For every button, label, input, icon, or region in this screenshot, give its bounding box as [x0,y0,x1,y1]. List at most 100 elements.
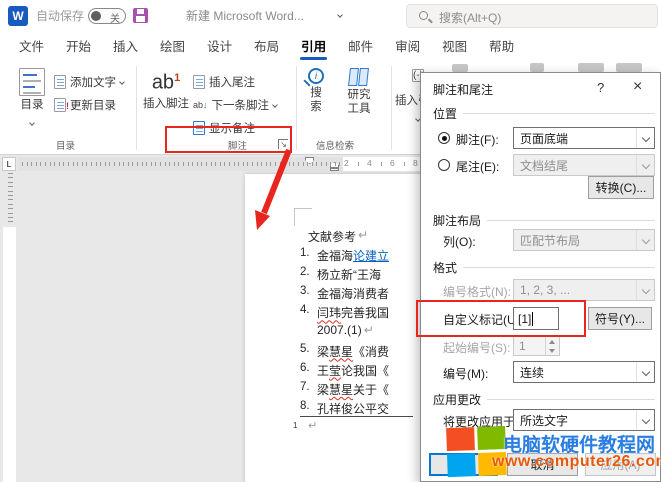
numbering-select[interactable]: 连续 [513,361,655,383]
ruler-number: 2 [344,158,349,168]
ruler-tick [45,162,46,166]
tab-审阅[interactable]: 审阅 [384,32,431,62]
tab-插入[interactable]: 插入 [102,32,149,62]
tab-布局[interactable]: 布局 [243,32,290,62]
help-button[interactable]: ? [597,80,604,95]
insert-endnote-button[interactable]: 插入尾注 [193,72,255,92]
symbol-button[interactable]: 符号(Y)... [588,307,652,330]
custom-mark-input[interactable]: [1] [513,307,559,330]
ribbon-partial-icon [452,64,468,72]
ruler-tick [206,162,207,166]
section-format: 格式 [433,259,457,276]
toc-icon [19,68,45,96]
ruler-tick [293,162,294,166]
search-input[interactable]: 搜索(Alt+Q) [406,4,658,28]
ruler-tick [100,162,101,166]
document-line: 2007.(1)↵ [300,323,419,342]
ruler-tick [155,162,156,166]
hyperlink-text[interactable]: 论建立 [353,247,389,266]
toc-button[interactable]: 目录 [12,66,52,136]
convert-button[interactable]: 转换(C)... [588,176,654,199]
footnote-dialog-launcher-icon[interactable]: ↘ [278,139,288,149]
add-text-icon [54,75,66,89]
search-placeholder: 搜索(Alt+Q) [439,9,501,26]
autosave-toggle[interactable]: 关 [88,8,126,24]
research-tools-button[interactable]: 研究工具 [336,66,382,144]
insert-footnote-button[interactable]: ab1 插入脚注 [141,66,191,136]
search-icon [419,11,428,20]
toc-group-label: 目录 [56,138,75,152]
ruler-tick [77,162,78,166]
next-footnote-icon: ab↓ [193,100,208,110]
word-window: W 自动保存 关 新建 Microsoft Word... 搜索(Alt+Q) … [0,0,661,482]
document-text[interactable]: 文献参考↵1.金福海论建立2.杨立新“王海3.金福海消费者4.闫玮完善我国200… [300,228,419,419]
tab-引用[interactable]: 引用 [290,32,337,62]
ruler-tick [229,162,230,166]
tab-帮助[interactable]: 帮助 [478,32,525,62]
word-logo-icon[interactable]: W [8,6,28,26]
chevron-down-icon[interactable] [337,12,343,18]
ruler-tick [169,162,170,166]
ruler-tick [266,162,267,166]
document-line: 6.王莹论我国《 [300,362,419,381]
title-bar: W 自动保存 关 新建 Microsoft Word... 搜索(Alt+Q) [0,0,661,32]
tab-视图[interactable]: 视图 [431,32,478,62]
update-toc-icon: ! [54,98,66,112]
watermark-url: www.computer26.com [492,453,661,471]
columns-label: 列(O): [443,233,476,250]
left-indent-marker[interactable] [330,168,339,171]
footnote-reference-mark: 1 [293,421,297,430]
section-apply-changes: 应用更改 [433,391,481,408]
ruler-tick [224,162,225,166]
ruler-tick [105,162,106,166]
ruler-tick [312,162,313,166]
ruler-tick [109,162,110,166]
document-line: 3.金福海消费者 [300,285,419,304]
footnote-group-label: 脚注 [228,138,247,152]
save-icon[interactable] [133,8,148,23]
tab-绘图[interactable]: 绘图 [149,32,196,62]
document-title[interactable]: 新建 Microsoft Word... [186,0,304,32]
tab-设计[interactable]: 设计 [196,32,243,62]
footnote-separator [300,416,413,417]
start-at-spinner: 1 [513,336,560,356]
number-format-select: 1, 2, 3, ... [513,279,655,301]
ruler-tick [215,162,216,166]
add-text-button[interactable]: 添加文字 [54,72,124,92]
ruler-tick [73,162,74,166]
footnote-radio[interactable] [438,132,450,144]
ruler-tick [330,162,331,166]
ruler-tick [132,162,133,166]
update-toc-button[interactable]: ! 更新目录 [54,95,116,115]
pilcrow-mark: ↵ [308,419,317,432]
tab-邮件[interactable]: 邮件 [337,32,384,62]
spin-up-icon [546,337,559,346]
endnote-radio[interactable] [438,159,450,171]
ruler-tick [275,162,276,166]
group-divider [136,66,137,150]
insert-endnote-icon [193,75,205,89]
chevron-down-icon [29,120,35,126]
footnote-endnote-dialog: 脚注和尾注 ? × 位置 脚注(F): 页面底端 尾注(E): 文档结尾 转换(… [420,72,661,482]
insert-footnote-icon: ab1 [141,66,191,95]
footnote-radio-label[interactable]: 脚注(F): [456,131,499,148]
endnote-location-select: 文档结尾 [513,154,655,176]
ruler-tick [123,162,124,166]
ruler-tick [54,162,55,166]
show-notes-button[interactable]: 显示备注 [193,118,255,138]
ruler-tick [252,162,253,166]
close-icon[interactable]: × [633,78,642,96]
pilcrow-mark: ↵ [358,228,368,247]
show-notes-icon [193,121,205,135]
next-footnote-button[interactable]: ab↓ 下一条脚注 [193,95,277,115]
ruler-tick [142,162,143,166]
endnote-radio-label[interactable]: 尾注(E): [456,158,499,175]
ruler-tick [188,162,189,166]
ruler-tick [165,162,166,166]
apply-to-select[interactable]: 所选文字 [513,409,655,431]
research-search-button[interactable]: i 搜索 [300,66,332,144]
footnote-location-select[interactable]: 页面底端 [513,127,655,149]
tab-开始[interactable]: 开始 [55,32,102,62]
ruler-tick [220,162,221,166]
tab-文件[interactable]: 文件 [8,32,55,62]
